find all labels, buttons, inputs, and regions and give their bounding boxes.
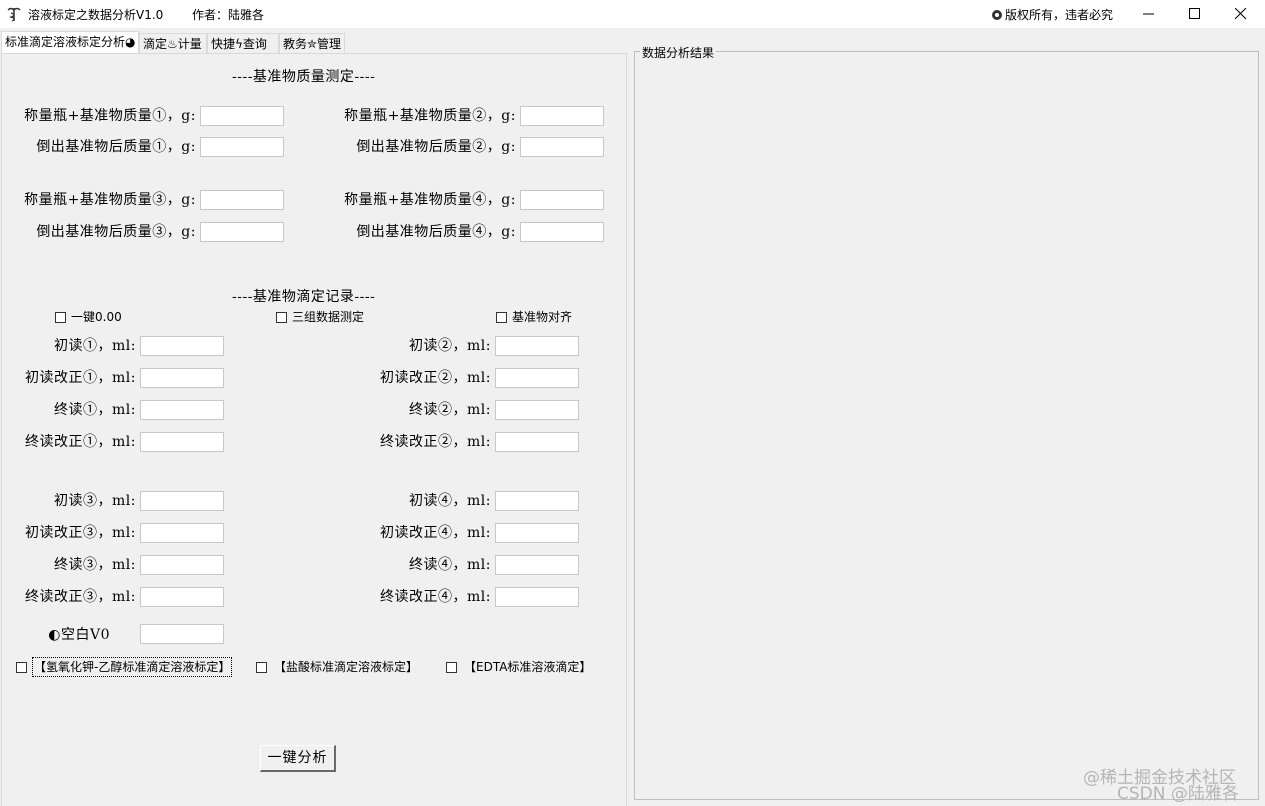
three-groups-label[interactable]: 三组数据测定 [292,309,364,325]
mass-input-8[interactable] [520,222,604,242]
copyright-notice: 版权所有，违者必究 [992,6,1113,23]
titration-section-title: ----基准物滴定记录---- [232,289,376,305]
mass-label-8: 倒出基准物后质量④，g: [356,224,516,240]
mass-input-2[interactable] [520,106,604,126]
reading-label-2: 初读②，ml: [409,338,491,354]
reading-label-15: 终读改正③，ml: [25,589,136,605]
author-label: 作者：陆雅各 [192,8,265,22]
reading-label-10: 初读④，ml: [409,493,491,509]
app-window: 溶液标定之数据分析V1.0 作者：陆雅各 版权所有，违者必究 标准滴定溶液标定分… [0,0,1265,806]
reading-input-2[interactable] [495,336,579,356]
mass-input-5[interactable] [200,190,284,210]
one-click-zero-label[interactable]: 一键0.00 [71,309,122,325]
title-bar: 溶液标定之数据分析V1.0 作者：陆雅各 版权所有，违者必究 [0,0,1265,28]
mass-section-title: ----基准物质量测定---- [232,69,376,85]
one-click-zero-checkbox[interactable] [55,312,66,323]
mass-input-3[interactable] [200,137,284,157]
reading-label-6: 终读②，ml: [409,402,491,418]
mass-input-1[interactable] [200,106,284,126]
reading-label-1: 初读①，ml: [54,338,136,354]
reading-label-11: 初读改正③，ml: [25,525,136,541]
reading-input-10[interactable] [495,491,579,511]
three-groups-checkbox[interactable] [276,312,287,323]
minimize-button[interactable] [1126,0,1172,28]
reading-input-9[interactable] [140,491,224,511]
tab-titration-metering[interactable]: 滴定♨计量 [139,33,207,53]
reading-input-13[interactable] [140,555,224,575]
reading-label-9: 初读③，ml: [54,493,136,509]
hcl-checkbox[interactable] [256,662,267,673]
tab-standard-calibration[interactable]: 标准滴定溶液标定分析◕ [1,31,139,54]
reading-input-11[interactable] [140,523,224,543]
blank-v0-input[interactable] [140,624,224,644]
mass-label-3: 倒出基准物后质量①，g: [36,139,196,155]
caduceus-icon [7,7,21,22]
reading-label-8: 终读改正②，ml: [380,434,491,450]
reading-input-6[interactable] [495,400,579,420]
koh-ethanol-label[interactable]: 【氢氧化钾-乙醇标准滴定溶液标定】 [31,657,233,677]
reference-align-label[interactable]: 基准物对齐 [512,309,572,325]
mass-label-5: 称量瓶+基准物质量③，g: [24,192,196,208]
reading-input-12[interactable] [495,523,579,543]
reading-label-12: 初读改正④，ml: [380,525,491,541]
reading-label-7: 终读改正①，ml: [25,434,136,450]
reading-input-16[interactable] [495,587,579,607]
reading-label-4: 初读改正②，ml: [380,370,491,386]
tab-pane [1,53,627,806]
reading-label-3: 初读改正①，ml: [25,370,136,386]
close-icon [1235,8,1247,20]
watermark-csdn: CSDN @陆雅各 [1117,784,1239,804]
reading-input-5[interactable] [140,400,224,420]
reading-label-5: 终读①，ml: [54,402,136,418]
mass-label-4: 倒出基准物后质量②，g: [356,139,516,155]
analyze-button[interactable]: 一键分析 [260,745,336,772]
reading-input-3[interactable] [140,368,224,388]
close-button[interactable] [1218,0,1264,28]
maximize-icon [1189,8,1200,19]
koh-ethanol-checkbox[interactable] [16,662,27,673]
mass-input-4[interactable] [520,137,604,157]
mass-input-7[interactable] [200,222,284,242]
results-title: 数据分析结果 [640,44,717,61]
mass-input-6[interactable] [520,190,604,210]
copyright-icon [992,10,1002,20]
minimize-icon [1143,13,1154,15]
mass-label-1: 称量瓶+基准物质量①，g: [24,108,196,124]
blank-v0-label: ◐空白V0 [48,627,110,643]
mass-label-7: 倒出基准物后质量③，g: [36,224,196,240]
results-panel [634,51,1259,800]
maximize-button[interactable] [1172,0,1218,28]
reading-label-16: 终读改正④，ml: [380,589,491,605]
reading-input-14[interactable] [495,555,579,575]
mass-label-6: 称量瓶+基准物质量④，g: [344,192,516,208]
window-title: 溶液标定之数据分析V1.0 [28,8,164,22]
reading-input-4[interactable] [495,368,579,388]
edta-checkbox[interactable] [446,662,457,673]
mass-label-2: 称量瓶+基准物质量②，g: [344,108,516,124]
reading-input-8[interactable] [495,432,579,452]
reading-input-1[interactable] [140,336,224,356]
reading-label-14: 终读④，ml: [409,557,491,573]
copyright-text: 版权所有，违者必究 [1005,8,1114,22]
hcl-label[interactable]: 【盐酸标准滴定溶液标定】 [274,659,418,675]
tab-academic-management[interactable]: 教务✮管理 [279,33,345,53]
reading-input-15[interactable] [140,587,224,607]
reading-label-13: 终读③，ml: [54,557,136,573]
edta-label[interactable]: 【EDTA标准溶液滴定】 [464,659,591,675]
reading-input-7[interactable] [140,432,224,452]
reference-align-checkbox[interactable] [496,312,507,323]
tab-quick-query[interactable]: 快捷ϟ查询 [207,33,279,53]
